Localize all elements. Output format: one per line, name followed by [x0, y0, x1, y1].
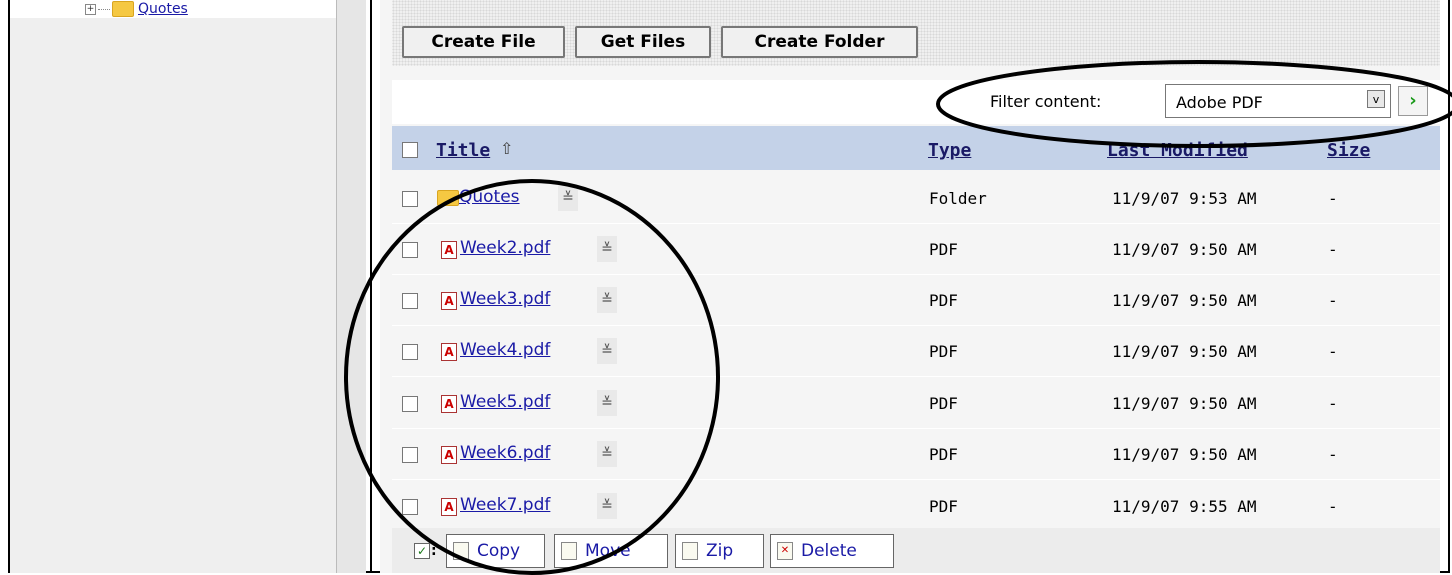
- annotation-overlay: [344, 60, 1452, 575]
- files-highlight-ellipse: [344, 179, 720, 575]
- filter-highlight-ellipse: [936, 60, 1452, 148]
